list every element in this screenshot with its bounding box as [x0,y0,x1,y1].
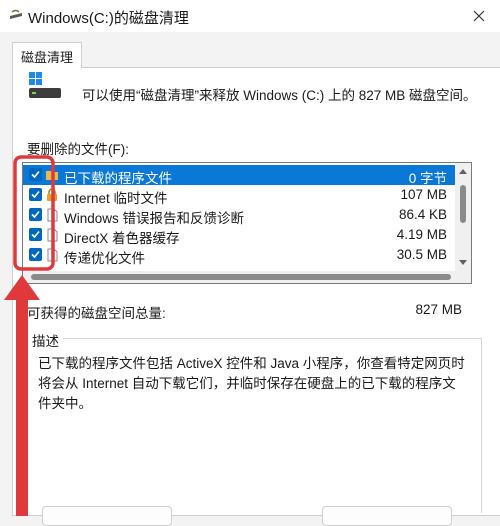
file-row[interactable]: Windows 错误报告和反馈诊断 86.4 KB [23,205,455,226]
annotation-arrow-shape [4,275,40,516]
file-size: 107 MB [400,187,447,202]
disk-cleanup-icon [10,9,22,19]
tab-label: 磁盘清理 [21,50,74,65]
drive-icon [29,72,61,98]
scroll-thumb[interactable] [460,185,466,223]
file-name: 传递优化文件 [64,251,145,266]
file-name: 已下载的程序文件 [64,171,172,186]
file-name: Windows 错误报告和反馈诊断 [64,211,245,226]
scroll-down-icon[interactable] [459,260,467,265]
file-row[interactable]: 传递优化文件 30.5 MB [23,245,455,266]
horizontal-scroll-thumb[interactable] [31,274,451,280]
annotation-arrow [4,155,55,516]
window-title: Windows(C:)的磁盘清理 [28,10,189,27]
title-bar: Windows(C:)的磁盘清理 [0,0,500,32]
file-size: 86.4 KB [398,207,447,222]
file-row[interactable]: Internet 临时文件 107 MB [23,185,455,206]
scroll-up-icon[interactable] [459,169,467,174]
files-listbox[interactable]: 已下载的程序文件 0 字节 Internet 临时文件 107 MB Windows 错… [22,162,472,284]
vertical-scrollbar[interactable] [455,163,471,271]
horizontal-scrollbar[interactable] [23,271,471,283]
view-files-button[interactable] [322,506,452,526]
close-icon [473,10,485,22]
file-size: 0 字节 [408,171,447,186]
annotation-box [13,155,55,271]
description-text: 已下载的程序文件包括 ActiveX 控件和 Java 小程序，你查看特定网页时… [38,356,465,411]
tab-disk-cleanup[interactable]: 磁盘清理 [12,42,82,68]
file-name: Internet 临时文件 [64,191,168,206]
file-row[interactable]: 已下载的程序文件 0 字节 [23,165,455,186]
file-size: 30.5 MB [396,247,447,262]
space-gained-value: 827 MB [415,302,462,317]
intro-text: 可以使用“磁盘清理”来释放 Windows (C:) 上的 827 MB 磁盘空… [82,88,477,103]
close-button[interactable] [458,0,500,32]
file-size: 4.19 MB [396,227,447,242]
file-row[interactable]: DirectX 着色器缓存 4.19 MB [23,225,455,246]
file-name: DirectX 着色器缓存 [64,231,180,246]
